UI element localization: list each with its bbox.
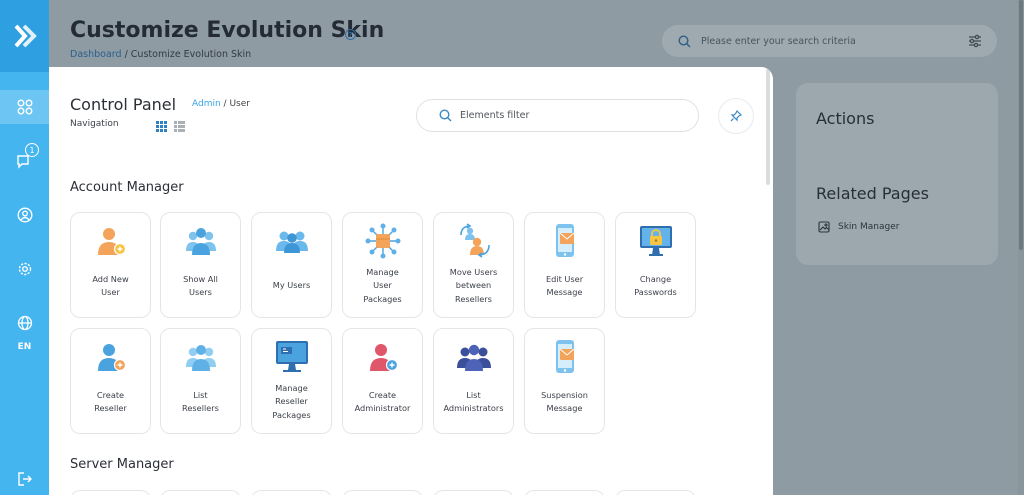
tile-list-resellers[interactable]: List Resellers <box>160 328 241 434</box>
search-icon <box>678 34 691 47</box>
breadcrumb-dashboard-link[interactable]: Dashboard <box>70 49 122 60</box>
elements-filter-input[interactable] <box>460 110 660 121</box>
sidebar-item-account[interactable] <box>0 198 49 232</box>
monitor-lock-icon <box>639 226 672 256</box>
my-users-icon <box>275 231 308 253</box>
pin-icon <box>730 110 742 122</box>
move-users-icon <box>459 223 490 258</box>
admins-group-icon <box>456 344 491 371</box>
tile-suspension-message[interactable]: Suspension Message <box>524 328 605 434</box>
globe-icon <box>17 315 32 331</box>
related-pages-heading: Related Pages <box>816 184 929 203</box>
tile-label: Create Reseller <box>94 389 127 414</box>
tile-label: Manage Reseller Packages <box>272 382 311 420</box>
tile-label: Change Passwords <box>634 273 677 298</box>
page-title: Customize Evolution Skin <box>70 18 385 43</box>
apps-grid-icon <box>17 99 32 115</box>
page-scrollbar-thumb[interactable] <box>1019 0 1023 250</box>
sidebar-item-settings[interactable] <box>0 252 49 286</box>
tile-my-users[interactable]: My Users <box>251 212 332 318</box>
tile-create-reseller[interactable]: Create Reseller <box>70 328 151 434</box>
panel-breadcrumb: Admin / User <box>192 99 250 109</box>
tile-label: Create Administrator <box>354 389 411 414</box>
breadcrumb-separator: / <box>121 49 131 60</box>
actions-heading: Actions <box>816 109 875 128</box>
modal-scrollbar[interactable] <box>765 67 771 187</box>
phone-suspension-icon <box>555 340 574 373</box>
tile-label: My Users <box>272 280 311 291</box>
tile-label: List Administrators <box>443 389 504 414</box>
tile-partial[interactable] <box>342 490 423 495</box>
modal-scrollbar-thumb[interactable] <box>766 69 770 185</box>
breadcrumb-current: Customize Evolution Skin <box>130 49 252 60</box>
elements-filter[interactable] <box>416 99 699 132</box>
tile-partial[interactable] <box>524 490 605 495</box>
global-search-bar[interactable]: Please enter your search criteria <box>662 25 997 57</box>
monitor-package-icon <box>275 341 308 372</box>
tile-list-administrators[interactable]: List Administrators <box>433 328 514 434</box>
tile-manage-reseller-packages[interactable]: Manage Reseller Packages <box>251 328 332 434</box>
tile-add-new-user[interactable]: Add New User <box>70 212 151 318</box>
sidebar-item-apps[interactable] <box>0 90 49 124</box>
section-title-account-manager: Account Manager <box>70 180 184 195</box>
related-page-skin-manager[interactable]: Skin Manager <box>818 221 899 233</box>
tile-show-all-users[interactable]: Show All Users <box>160 212 241 318</box>
tile-partial[interactable] <box>433 490 514 495</box>
tile-label: Add New User <box>92 273 129 298</box>
section-title-server-manager: Server Manager <box>70 457 174 472</box>
list-view-icon[interactable] <box>174 121 185 132</box>
pin-button[interactable] <box>718 98 754 134</box>
tile-label: Edit User Message <box>545 273 584 298</box>
tile-partial[interactable] <box>615 490 696 495</box>
add-admin-icon <box>369 344 398 372</box>
tile-edit-user-message[interactable]: Edit User Message <box>524 212 605 318</box>
tile-label: Move Users between Resellers <box>449 266 498 304</box>
add-reseller-icon <box>97 344 126 372</box>
global-search-placeholder: Please enter your search criteria <box>701 35 856 47</box>
breadcrumb: Dashboard / Customize Evolution Skin <box>70 49 251 60</box>
language-label: EN <box>17 342 32 352</box>
users-group-icon <box>185 228 216 255</box>
phone-message-icon <box>555 224 574 257</box>
tile-label: Suspension Message <box>541 389 588 414</box>
tile-create-administrator[interactable]: Create Administrator <box>342 328 423 434</box>
tile-partial[interactable] <box>160 490 241 495</box>
related-page-label: Skin Manager <box>838 222 900 232</box>
logout-icon <box>17 472 32 486</box>
panel-breadcrumb-current: User <box>229 99 250 109</box>
tile-move-users-between-resellers[interactable]: Move Users between Resellers <box>433 212 514 318</box>
sidebar: 1 EN <box>0 0 49 495</box>
help-icon[interactable]: ? <box>345 29 356 40</box>
tile-change-passwords[interactable]: Change Passwords <box>615 212 696 318</box>
message-count-badge: 1 <box>25 143 39 157</box>
filter-settings-icon[interactable] <box>967 33 983 49</box>
gear-icon <box>18 262 31 276</box>
side-card: Actions Related Pages Skin Manager <box>796 83 998 265</box>
tile-label: Manage User Packages <box>363 266 402 304</box>
page-scrollbar[interactable] <box>1018 0 1024 495</box>
logo-icon[interactable] <box>0 0 49 72</box>
grid-view-icon[interactable] <box>156 121 167 132</box>
sidebar-item-language[interactable] <box>0 306 49 340</box>
tile-manage-user-packages[interactable]: Manage User Packages <box>342 212 423 318</box>
image-icon <box>818 221 830 233</box>
search-icon <box>439 109 452 122</box>
user-circle-icon <box>16 207 33 223</box>
package-network-icon <box>365 223 400 259</box>
navigation-label: Navigation <box>70 119 119 129</box>
breadcrumb-admin-link[interactable]: Admin <box>192 99 221 109</box>
add-user-icon <box>97 228 126 256</box>
tile-partial[interactable] <box>251 490 332 495</box>
sidebar-item-logout[interactable] <box>0 462 49 495</box>
control-panel-title: Control Panel <box>70 95 177 114</box>
resellers-group-icon <box>185 345 216 371</box>
tile-partial[interactable] <box>70 490 151 495</box>
tile-label: Show All Users <box>183 273 218 298</box>
tile-label: List Resellers <box>182 389 219 414</box>
control-panel-modal: Control Panel Admin / User Navigation Ac… <box>49 67 773 495</box>
sidebar-item-messages[interactable]: 1 <box>0 143 49 178</box>
